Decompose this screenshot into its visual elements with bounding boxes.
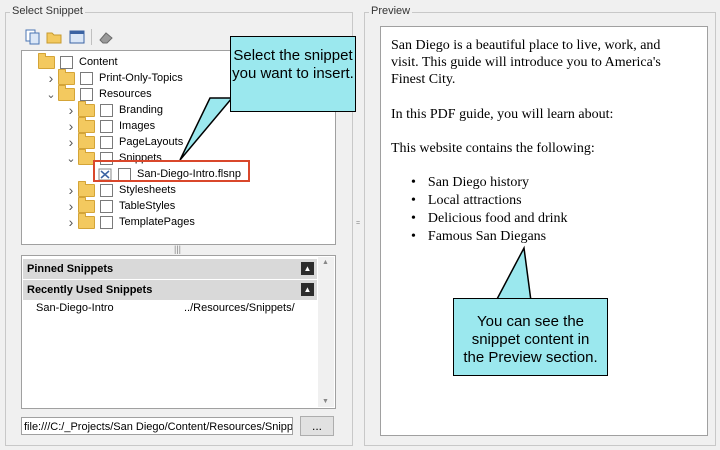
- callout-pointers: [93, 97, 532, 302]
- right-callout: You can see the snippet content in the P…: [453, 298, 608, 376]
- left-callout: Select the snippet you want to insert.: [230, 36, 356, 112]
- selected-item-highlight: [93, 160, 250, 182]
- left-callout-pointer: [179, 97, 234, 161]
- right-callout-pointer: [494, 245, 532, 302]
